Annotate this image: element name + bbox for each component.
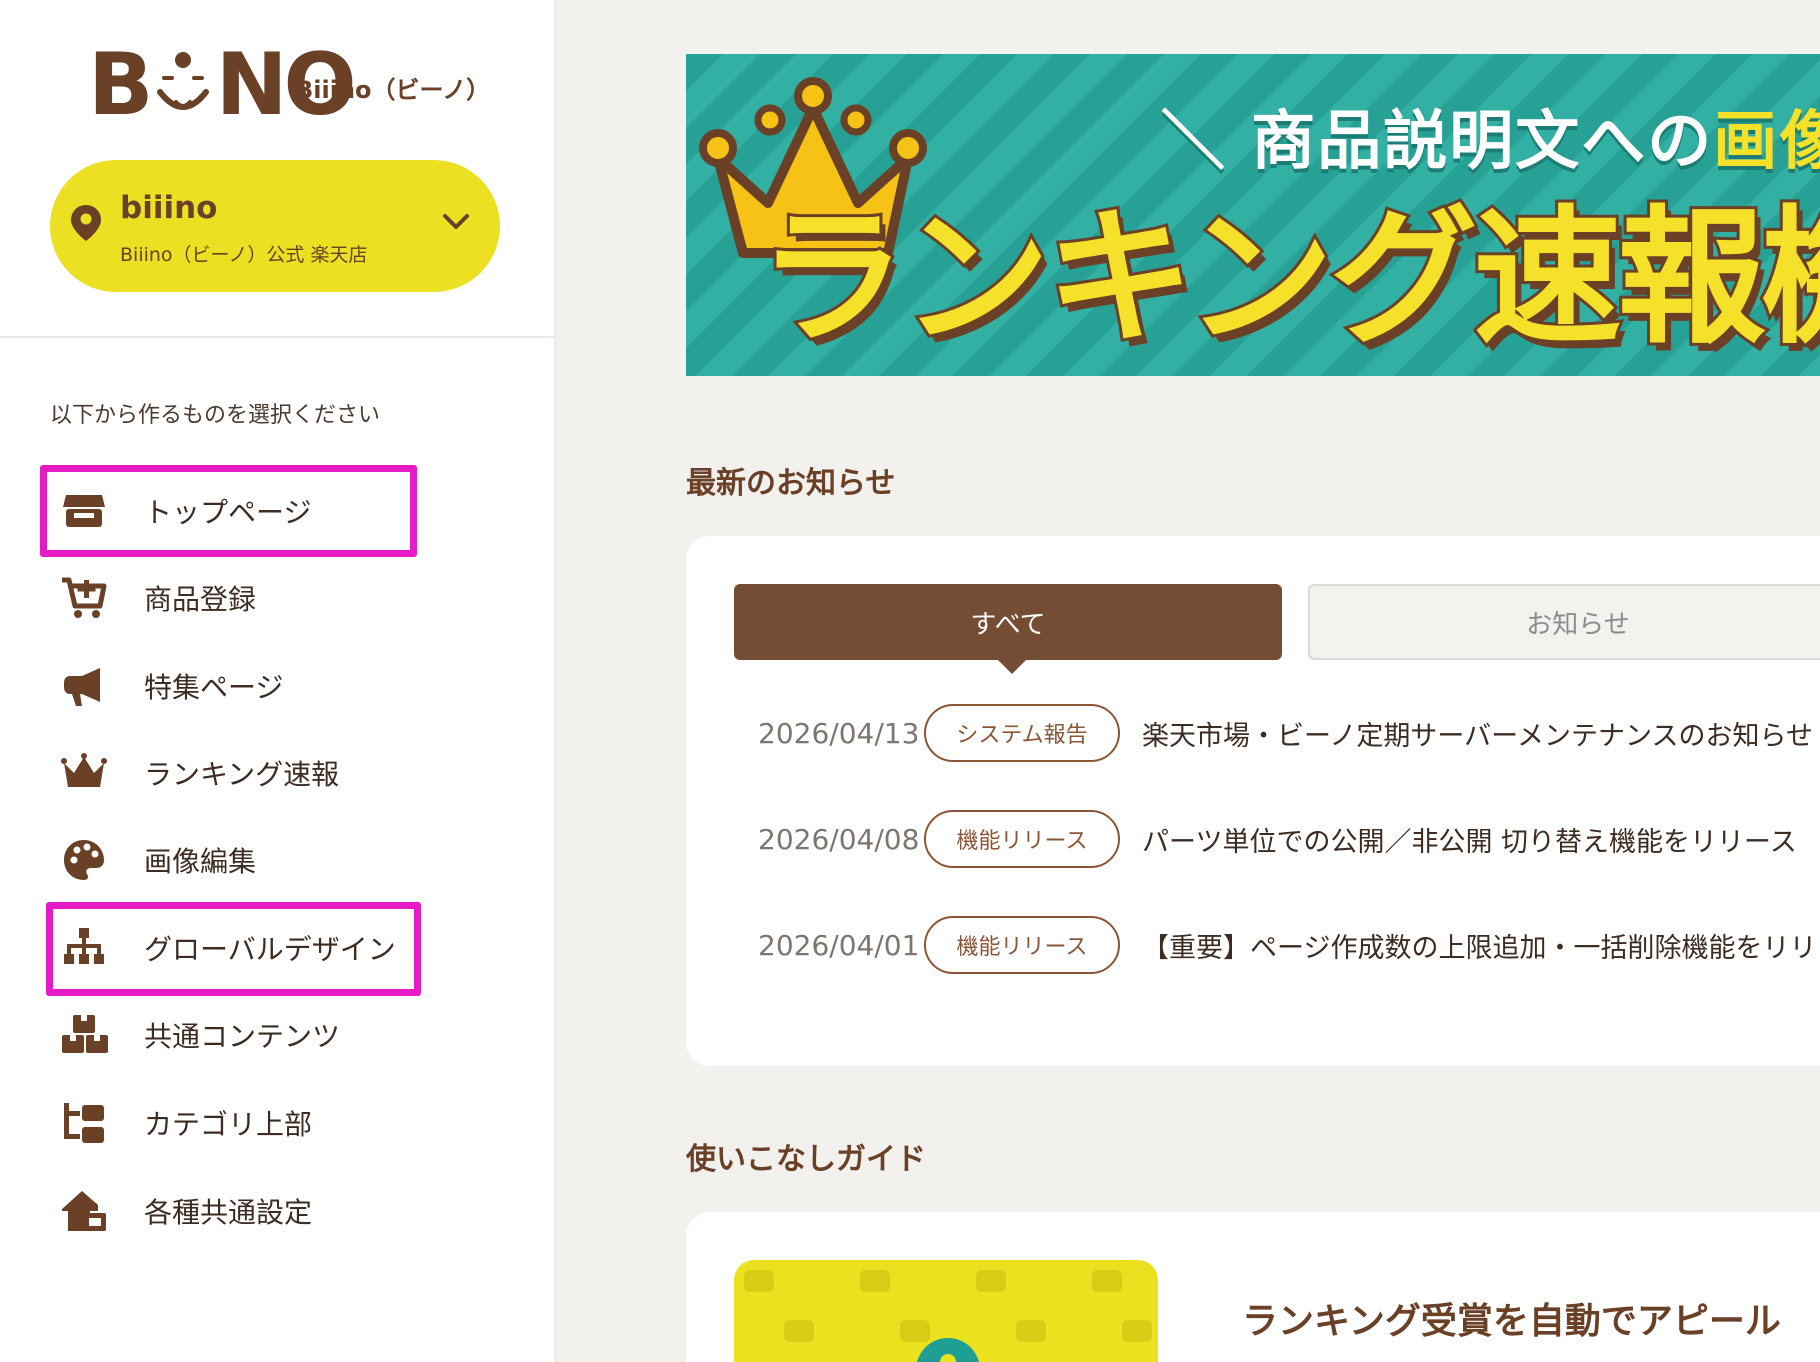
sidebar-item-label: グローバルデザイン [144,933,396,966]
news-date: 2026/04/01 [758,928,920,962]
sitemap-icon [60,924,122,972]
sidebar-item-label: 各種共通設定 [144,1196,313,1229]
tab-all[interactable]: すべて [734,584,1282,674]
thumbnail-decoration [976,1270,1006,1292]
sidebar-divider [0,336,556,338]
tab-label: すべて [970,609,1046,640]
news-section-title: 最新のお知らせ [686,466,896,501]
ranking-feature-banner[interactable]: ＼ 商品説明文への画像 ランキング速報機能 [686,54,1820,376]
sidebar-item-category-top[interactable]: カテゴリ上部 [60,1093,312,1153]
house-settings-icon [60,1187,122,1235]
crown-icon [60,749,122,797]
cart-add-icon [60,574,122,622]
location-pin-icon [71,205,101,241]
tab-news[interactable]: お知らせ [1308,584,1820,660]
banner-subtitle-highlight: 画像 [1713,105,1820,179]
chevron-down-icon [443,214,469,229]
thumbnail-decoration [1016,1320,1046,1342]
shop-name: biiino [120,190,218,226]
sidebar-item-label: カテゴリ上部 [144,1108,313,1141]
sidebar-item-label: ランキング速報 [144,758,340,791]
guide-card-title: ランキング受賞を自動でアピール [1242,1301,1781,1342]
news-row[interactable]: 2026/04/08 機能リリース パーツ単位での公開／非公開 切り替え機能をリ… [758,810,1797,868]
news-date: 2026/04/13 [758,716,920,750]
banner-subtitle-text: ＼ 商品説明文への [1161,105,1714,179]
megaphone-icon [60,662,122,710]
thumbnail-decoration [744,1270,774,1292]
main-content: ＼ 商品説明文への画像 ランキング速報機能 最新のお知らせ すべて お知らせ 2… [558,0,1820,1362]
boxes-icon [60,1011,122,1059]
sidebar-item-top-page[interactable]: トップページ [60,481,311,541]
news-row[interactable]: 2026/04/01 機能リリース 【重要】ページ作成数の上限追加・一括削除機能… [758,916,1816,974]
sidebar-item-label: トップページ [144,496,312,529]
sidebar-item-label: 共通コンテンツ [144,1020,341,1053]
logo-subtitle: Biiino（ビーノ） [295,76,491,104]
news-category-badge: 機能リリース [924,810,1120,868]
nav-prompt: 以下から作るものを選択ください [50,403,381,428]
tab-label: お知らせ [1526,609,1630,640]
thumbnail-decoration [860,1270,890,1292]
news-title: パーツ単位での公開／非公開 切り替え機能をリリース [1142,826,1797,858]
thumbnail-decoration [784,1320,814,1342]
tab-active-caret [998,660,1026,674]
palette-icon [60,836,122,884]
sidebar-item-label: 特集ページ [144,671,284,704]
banner-title: ランキング速報機能 [755,192,1820,364]
news-title: 【重要】ページ作成数の上限追加・一括削除機能をリリ [1142,932,1817,964]
sidebar-item-label: 商品登録 [144,583,257,616]
sidebar: B NO Biiino（ビーノ） biiino Biiino（ビーノ）公式 楽天… [0,0,556,1362]
thumbnail-decoration [1092,1270,1122,1292]
sidebar-item-global-design[interactable]: グローバルデザイン [60,918,396,978]
sidebar-item-common-contents[interactable]: 共通コンテンツ [60,1005,340,1065]
news-title: 楽天市場・ビーノ定期サーバーメンテナンスのお知らせ [1142,720,1813,752]
news-card: すべて お知らせ 2026/04/13 システム報告 楽天市場・ビーノ定期サーバ… [686,536,1820,1066]
category-icon [60,1099,122,1147]
sidebar-item-image-editing[interactable]: 画像編集 [60,830,256,890]
news-category-badge: システム報告 [924,704,1120,762]
store-icon [60,487,122,535]
thumbnail-decoration [900,1320,930,1342]
guide-thumbnail [734,1260,1158,1362]
guide-card[interactable]: ランキング受賞を自動でアピール [686,1212,1820,1362]
news-category-badge: 機能リリース [924,916,1120,974]
news-date: 2026/04/08 [758,822,920,856]
guide-section-title: 使いこなしガイド [686,1142,926,1177]
sidebar-item-feature-page[interactable]: 特集ページ [60,656,283,716]
sidebar-item-ranking[interactable]: ランキング速報 [60,743,339,803]
shop-selector[interactable]: biiino Biiino（ビーノ）公式 楽天店 [50,160,500,292]
banner-subtitle: ＼ 商品説明文への画像 [1161,90,1820,182]
sidebar-item-product-registration[interactable]: 商品登録 [60,568,256,628]
shop-subtitle: Biiino（ビーノ）公式 楽天店 [120,244,368,266]
thumbnail-decoration [1122,1320,1152,1342]
sidebar-item-common-settings[interactable]: 各種共通設定 [60,1181,312,1241]
logo-face-icon [156,52,209,110]
news-row[interactable]: 2026/04/13 システム報告 楽天市場・ビーノ定期サーバーメンテナンスのお… [758,704,1813,762]
sidebar-item-label: 画像編集 [144,845,257,878]
